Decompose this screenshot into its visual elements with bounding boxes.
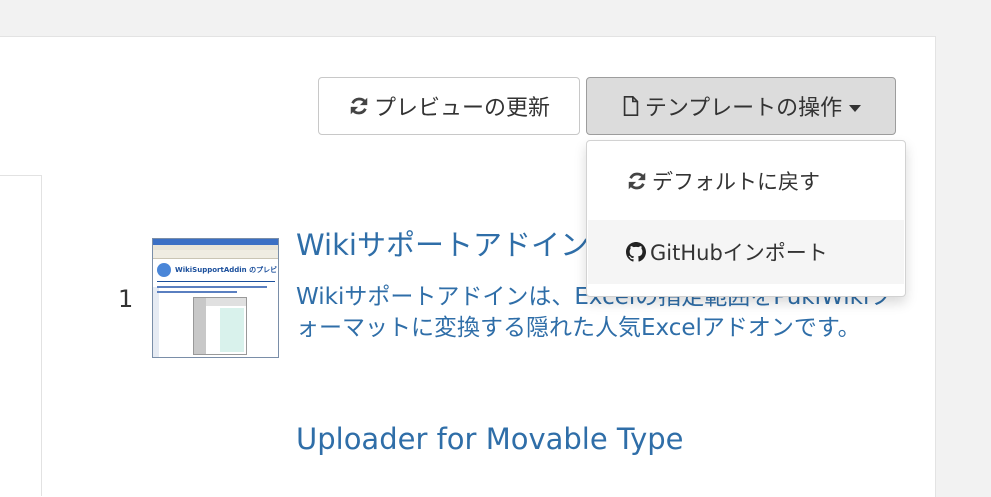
refresh-preview-label: プレビューの更新 (373, 96, 550, 121)
result-title-link[interactable]: Uploader for Movable Type (296, 422, 684, 456)
result-thumbnail[interactable]: WikiSupportAddin のプレビュー (152, 238, 279, 358)
result-title-link[interactable]: Wikiサポートアドイン (296, 222, 589, 264)
template-actions-button[interactable]: テンプレートの操作 (586, 77, 896, 135)
thumbnail-text-line (157, 291, 237, 293)
refresh-icon (626, 170, 648, 192)
menu-item-github-import[interactable]: GitHubインポート (588, 220, 904, 284)
thumbnail-sidebar (153, 287, 159, 357)
thumbnail-text-line (157, 286, 267, 288)
file-icon (621, 95, 641, 117)
template-actions-label: テンプレートの操作 (644, 96, 843, 121)
thumbnail-toolbar (153, 250, 278, 259)
refresh-preview-button[interactable]: プレビューの更新 (318, 77, 580, 135)
inner-panel (0, 175, 42, 496)
caret-down-icon (849, 104, 862, 112)
menu-item-reset-default[interactable]: デフォルトに戻す (588, 149, 904, 213)
thumbnail-table-header (206, 298, 246, 306)
github-icon (626, 242, 646, 262)
thumbnail-table-column (194, 298, 206, 354)
thumbnail-logo-icon (157, 263, 171, 277)
menu-item-reset-label: デフォルトに戻す (652, 170, 820, 194)
thumbnail-rule (157, 281, 275, 282)
result-rank: 1 (118, 285, 134, 313)
menu-item-github-label: GitHubインポート (650, 241, 828, 265)
thumbnail-table-cells (220, 308, 244, 352)
thumbnail-table (193, 297, 247, 355)
thumbnail-heading: WikiSupportAddin のプレビュー (175, 266, 278, 274)
template-actions-menu: デフォルトに戻す GitHubインポート (586, 140, 906, 297)
refresh-icon (348, 95, 370, 117)
